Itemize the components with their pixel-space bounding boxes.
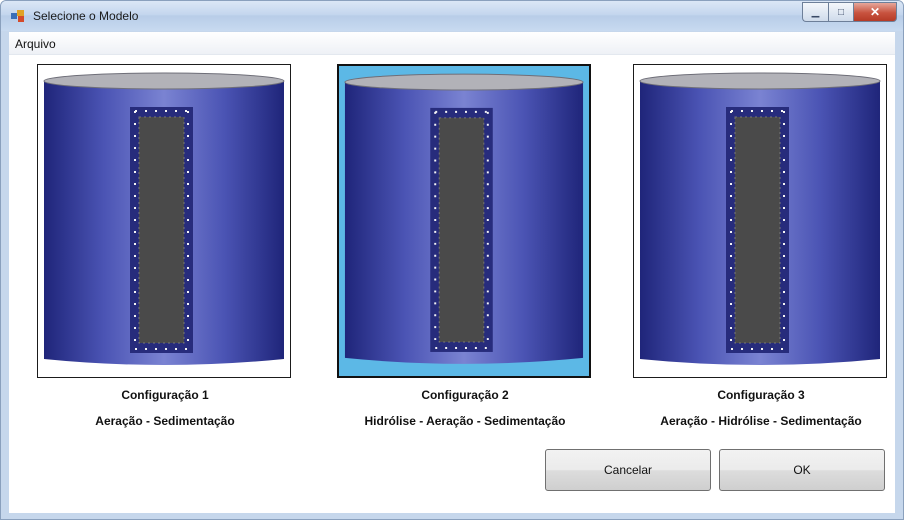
title-bar[interactable]: Selecione o Modelo ▁ □ ✕ [1, 1, 903, 31]
ok-button-label: OK [793, 463, 811, 477]
config-option-2[interactable]: Configuração 2 Hidrólise - Aeração - Sed… [337, 64, 593, 428]
reactor-tank-image [639, 72, 881, 365]
reactor-tank-image [344, 73, 584, 364]
config-option-1[interactable]: Configuração 1 Aeração - Sedimentação [37, 64, 293, 428]
config-image-3[interactable] [633, 64, 887, 378]
minimize-icon: ▁ [811, 6, 820, 18]
window-title: Selecione o Modelo [33, 9, 139, 23]
maximize-icon: □ [837, 6, 845, 18]
config-option-3[interactable]: Configuração 3 Aeração - Hidrólise - Sed… [633, 64, 889, 428]
cancel-button-label: Cancelar [603, 463, 653, 477]
dialog-content: Configuração 1 Aeração - Sedimentação Co… [9, 54, 895, 513]
config-title-3: Configuração 3 [717, 388, 805, 402]
config-description-2: Hidrólise - Aeração - Sedimentação [364, 414, 566, 428]
cancel-button[interactable]: Cancelar [545, 449, 711, 491]
dialog-window: Selecione o Modelo ▁ □ ✕ Arquivo Configu… [0, 0, 904, 520]
config-description-1: Aeração - Sedimentação [95, 414, 235, 428]
ok-button[interactable]: OK [719, 449, 885, 491]
window-controls: ▁ □ ✕ [802, 2, 897, 22]
menu-item-arquivo[interactable]: Arquivo [15, 37, 56, 51]
app-icon [10, 9, 26, 23]
menu-bar: Arquivo [9, 32, 895, 54]
reactor-tank-image [43, 72, 285, 365]
maximize-button[interactable]: □ [828, 2, 854, 22]
minimize-button[interactable]: ▁ [802, 2, 828, 22]
config-image-2[interactable] [337, 64, 591, 378]
config-title-1: Configuração 1 [121, 388, 209, 402]
close-button[interactable]: ✕ [854, 2, 897, 22]
config-description-3: Aeração - Hidrólise - Sedimentação [660, 414, 862, 428]
config-title-2: Configuração 2 [421, 388, 509, 402]
config-image-1[interactable] [37, 64, 291, 378]
close-icon: ✕ [869, 5, 881, 19]
